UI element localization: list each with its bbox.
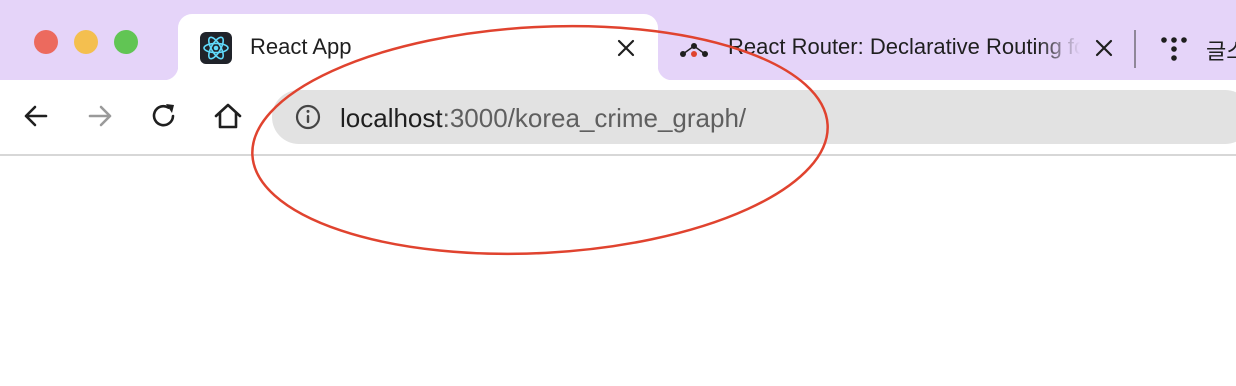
close-icon[interactable]	[616, 38, 636, 58]
reload-icon[interactable]	[146, 98, 182, 134]
tab-react-app[interactable]: React App	[164, 14, 672, 80]
react-router-icon	[678, 32, 710, 64]
tab-title: React App	[250, 34, 352, 59]
home-icon[interactable]	[210, 98, 246, 134]
tab-title: React Router: Declarative Routing for Re…	[728, 34, 1080, 59]
url-path: :3000/korea_crime_graph/	[442, 103, 747, 133]
arrow-right-icon[interactable]	[82, 98, 118, 134]
tab-third[interactable]: 글스	[1150, 14, 1236, 80]
window-close-button[interactable]	[34, 30, 58, 54]
toolbar-divider	[0, 154, 1236, 156]
browser-titlebar: React App React Router: Declarative Rout…	[0, 0, 1236, 80]
dots-grid-icon	[1158, 32, 1190, 64]
url-text[interactable]: localhost:3000/korea_crime_graph/	[340, 103, 746, 134]
tab-separator	[1134, 30, 1136, 68]
arrow-left-icon[interactable]	[18, 98, 54, 134]
window-maximize-button[interactable]	[114, 30, 138, 54]
window-minimize-button[interactable]	[74, 30, 98, 54]
address-bar[interactable]: localhost:3000/korea_crime_graph/	[272, 90, 1236, 144]
browser-toolbar: localhost:3000/korea_crime_graph/	[0, 80, 1236, 154]
close-icon[interactable]	[1094, 38, 1114, 58]
tab-react-router[interactable]: React Router: Declarative Routing for Re…	[672, 14, 1132, 80]
url-host: localhost	[340, 103, 443, 133]
tab-title: 글스	[1206, 39, 1236, 64]
info-icon[interactable]	[294, 103, 322, 131]
react-logo-icon	[200, 32, 232, 64]
